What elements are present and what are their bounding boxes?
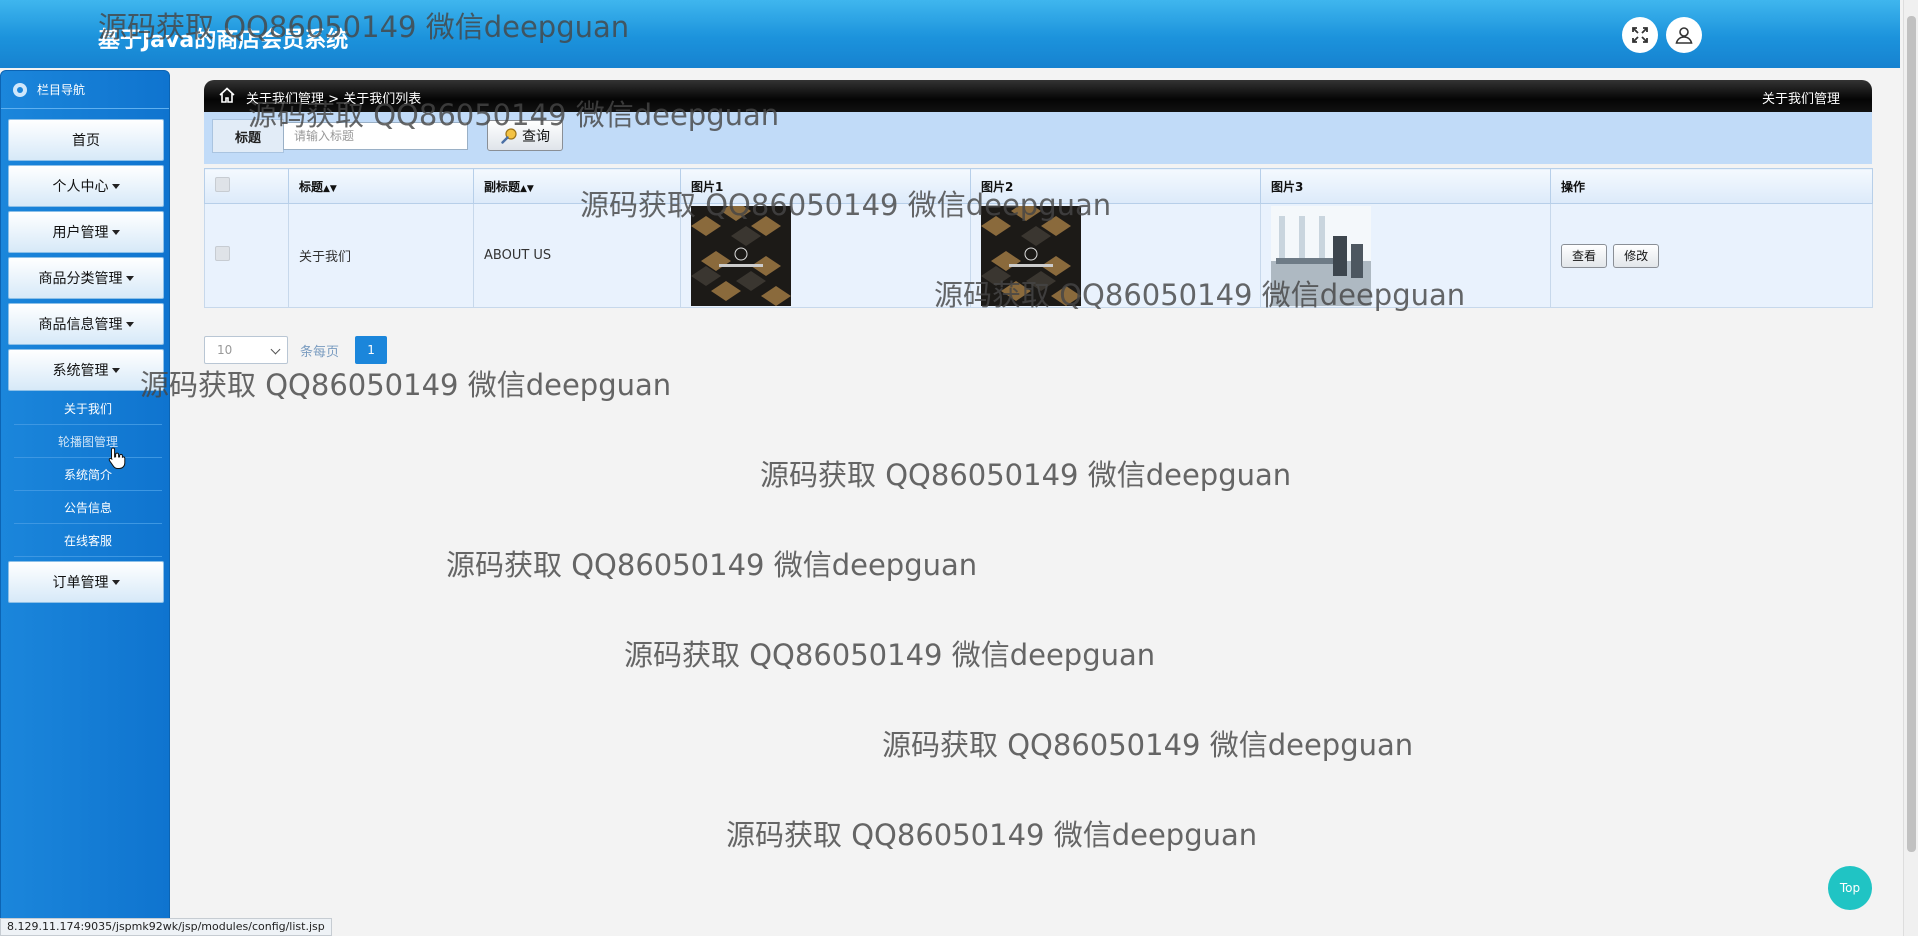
- cell-image3: [1260, 203, 1551, 308]
- column-header-subtitle[interactable]: 副标题▲▼: [473, 168, 681, 204]
- sidebar-item-product-management[interactable]: 商品信息管理: [8, 303, 164, 345]
- cell-image1: [680, 203, 971, 308]
- row-select-cell: [204, 203, 289, 308]
- nav-title: 栏目导航: [37, 83, 86, 97]
- back-to-top-button[interactable]: Top: [1828, 866, 1872, 910]
- page-number-current[interactable]: 1: [355, 336, 388, 364]
- sort-icon: ▲▼: [520, 183, 534, 194]
- column-header-image1: 图片1: [680, 168, 971, 204]
- select-all-header: [204, 168, 289, 204]
- sidebar-item-label: 用户管理: [52, 225, 109, 241]
- sidebar-item-label: 商品信息管理: [38, 317, 123, 333]
- search-label: 标题: [212, 119, 284, 153]
- submenu-online-service[interactable]: 在线客服: [14, 524, 162, 557]
- sidebar-item-label: 订单管理: [52, 575, 109, 591]
- breadcrumb: 关于我们管理 > 关于我们列表 关于我们管理: [204, 80, 1872, 112]
- submenu-carousel[interactable]: 轮播图管理: [14, 425, 162, 458]
- pagination: 10 条每页 1: [204, 336, 388, 364]
- search-button[interactable]: 查询: [487, 120, 563, 151]
- watermark: 源码获取 QQ86050149 微信deepguan: [882, 728, 1414, 762]
- search-icon: [501, 127, 517, 144]
- sort-icon: ▲▼: [323, 183, 337, 194]
- column-header-title[interactable]: 标题▲▼: [288, 168, 474, 204]
- breadcrumb-trail: 关于我们管理 > 关于我们列表: [246, 88, 421, 107]
- system-submenu: 关于我们 轮播图管理 系统简介 公告信息 在线客服: [14, 392, 162, 557]
- page-title: 关于我们管理: [1761, 92, 1840, 107]
- cell-title: 关于我们: [288, 203, 474, 308]
- watermark: 源码获取 QQ86050149 微信deepguan: [726, 818, 1258, 852]
- sidebar-item-system-management[interactable]: 系统管理: [8, 349, 164, 391]
- status-url: 8.129.11.174:9035/jspmk92wk/jsp/modules/…: [0, 918, 332, 936]
- cell-subtitle: ABOUT US: [473, 203, 681, 308]
- user-button[interactable]: [1666, 17, 1702, 53]
- sidebar-item-category-management[interactable]: 商品分类管理: [8, 257, 164, 299]
- submenu-system-intro[interactable]: 系统简介: [14, 458, 162, 491]
- about-us-table: 标题▲▼ 副标题▲▼ 图片1 图片2 图片3 操作 关于我们 ABOUT US: [204, 168, 1873, 308]
- cell-actions: 查看 修改: [1550, 203, 1873, 308]
- per-page-label: 条每页: [300, 344, 340, 360]
- watermark: 源码获取 QQ86050149 微信deepguan: [760, 458, 1292, 492]
- app-title: 基于Java的商店会员系统: [98, 28, 349, 53]
- image1-thumbnail[interactable]: [691, 205, 791, 306]
- hand-cursor-icon: [108, 447, 126, 469]
- breadcrumb-parent[interactable]: 关于我们管理: [246, 92, 324, 107]
- scrollbar-thumb[interactable]: [1907, 16, 1916, 852]
- caret-down-icon: [111, 367, 120, 373]
- user-icon: [1675, 27, 1693, 44]
- cell-image2: [970, 203, 1261, 308]
- sidebar-item-label: 个人中心: [52, 179, 109, 195]
- watermark: 源码获取 QQ86050149 微信deepguan: [624, 638, 1156, 672]
- watermark: 源码获取 QQ86050149 微信deepguan: [140, 368, 672, 402]
- chevron-down-icon: [270, 344, 281, 355]
- select-all-checkbox[interactable]: [215, 177, 230, 192]
- top-header: 基于Java的商店会员系统: [0, 0, 1900, 68]
- image2-thumbnail[interactable]: [981, 205, 1081, 306]
- nav-header: 栏目导航: [1, 71, 169, 109]
- home-icon[interactable]: [218, 86, 236, 104]
- column-header-actions: 操作: [1550, 168, 1873, 204]
- sidebar-item-user-management[interactable]: 用户管理: [8, 211, 164, 253]
- sidebar-item-home[interactable]: 首页: [8, 119, 164, 161]
- page-size-value: 10: [217, 343, 233, 357]
- caret-down-icon: [125, 275, 134, 281]
- breadcrumb-current: 关于我们列表: [343, 92, 422, 107]
- search-bar: 标题 查询: [204, 112, 1872, 164]
- title-search-input[interactable]: [283, 122, 468, 150]
- image3-thumbnail[interactable]: [1271, 205, 1371, 306]
- sidebar-item-label: 商品分类管理: [38, 271, 123, 287]
- fullscreen-icon: [1632, 27, 1648, 43]
- vertical-scrollbar[interactable]: [1903, 0, 1918, 936]
- row-checkbox[interactable]: [215, 246, 230, 261]
- sidebar-item-label: 首页: [72, 133, 100, 149]
- breadcrumb-separator: >: [328, 92, 340, 107]
- caret-down-icon: [111, 579, 120, 585]
- column-header-image3: 图片3: [1260, 168, 1551, 204]
- sidebar-item-label: 系统管理: [52, 363, 109, 379]
- fullscreen-button[interactable]: [1622, 17, 1658, 53]
- column-header-image2: 图片2: [970, 168, 1261, 204]
- caret-down-icon: [111, 183, 120, 189]
- table-row: 关于我们 ABOUT US 查看 修改: [204, 203, 1873, 308]
- table-header-row: 标题▲▼ 副标题▲▼ 图片1 图片2 图片3 操作: [204, 168, 1873, 204]
- page-size-select[interactable]: 10: [204, 336, 288, 364]
- submenu-about-us[interactable]: 关于我们: [14, 392, 162, 425]
- caret-down-icon: [111, 229, 120, 235]
- view-button[interactable]: 查看: [1561, 243, 1608, 268]
- sidebar-item-personal-center[interactable]: 个人中心: [8, 165, 164, 207]
- watermark: 源码获取 QQ86050149 微信deepguan: [446, 548, 978, 582]
- nav-circle-icon: [13, 82, 27, 97]
- caret-down-icon: [125, 321, 134, 327]
- search-button-label: 查询: [522, 128, 550, 145]
- submenu-announcements[interactable]: 公告信息: [14, 491, 162, 524]
- edit-button[interactable]: 修改: [1613, 243, 1660, 268]
- sidebar-item-order-management[interactable]: 订单管理: [8, 561, 164, 603]
